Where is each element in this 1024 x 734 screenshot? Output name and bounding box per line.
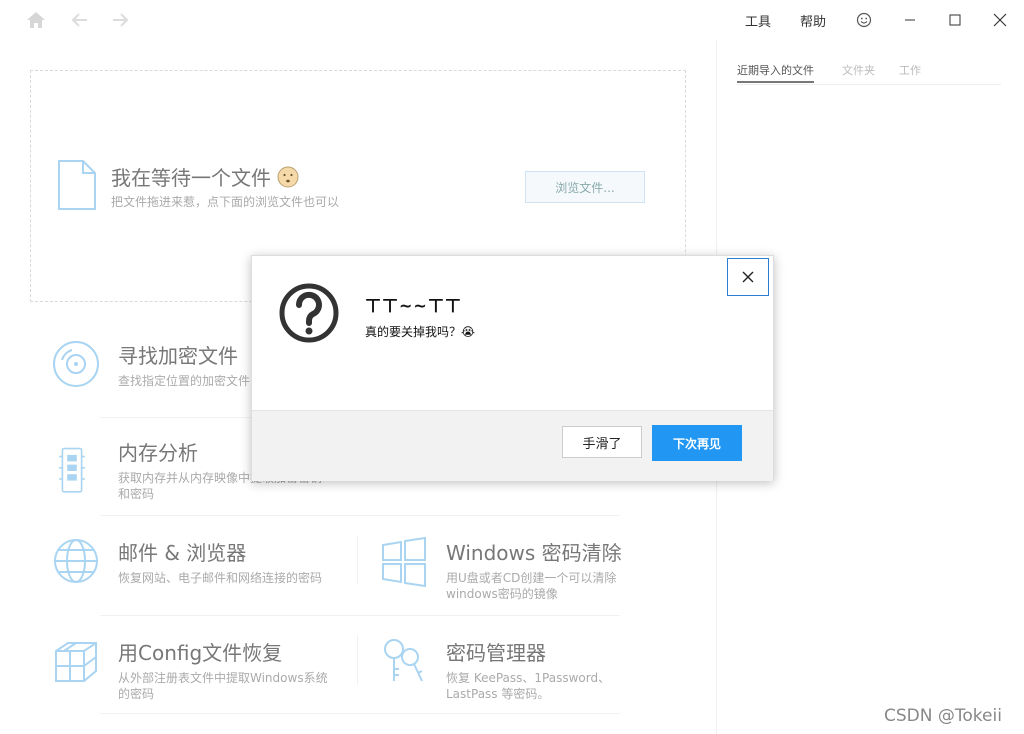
back-button[interactable] [68, 8, 92, 32]
home-button[interactable] [24, 8, 48, 32]
forward-button[interactable] [108, 8, 132, 32]
dialog-title: ㄒㄒ~~ㄒㄒ [365, 296, 462, 315]
goodbye-button[interactable]: 下次再见 [652, 425, 742, 461]
menu-help[interactable]: 帮助 [800, 11, 826, 30]
panel-tabs: 近期导入的文件 文件夹 工作 [737, 60, 1001, 85]
tool-desc: 用U盘或者CD创建一个可以清除windows密码的镜像 [446, 571, 617, 601]
tool-mail-browser[interactable]: 邮件 & 浏览器 恢复网站、电子邮件和网络连接的密码 [52, 537, 342, 627]
divider [357, 635, 358, 685]
close-icon [742, 271, 754, 283]
close-window-button[interactable] [987, 8, 1013, 32]
file-icon [58, 160, 96, 210]
hushed-face-icon [277, 166, 299, 188]
watermark: CSDN @Tokeii [884, 706, 1002, 726]
arrow-right-icon [113, 13, 129, 27]
tool-desc: 恢复 KeePass、1Password、LastPass 等密码。 [446, 671, 611, 701]
drop-subtitle: 把文件拖进来惹，点下面的浏览文件也可以 [111, 195, 340, 209]
drop-title: 我在等待一个文件 [111, 162, 299, 191]
drop-title-text: 我在等待一个文件 [111, 166, 271, 190]
cubes-icon [55, 642, 97, 682]
tool-title: 寻找加密文件 [118, 344, 238, 368]
disc-icon [53, 341, 99, 387]
divider [357, 535, 358, 585]
tool-password-manager[interactable]: 密码管理器 恢复 KeePass、1Password、LastPass 等密码。 [380, 637, 670, 727]
tab-jobs[interactable]: 工作 [899, 62, 921, 78]
tab-folders[interactable]: 文件夹 [842, 62, 875, 78]
smiley-icon [856, 12, 872, 28]
keys-icon [384, 639, 423, 682]
browse-files-button[interactable]: 浏览文件... [525, 171, 645, 203]
tool-title: Windows 密码清除 [446, 541, 622, 565]
dialog-footer: 手滑了 下次再见 [252, 410, 773, 481]
tool-desc: 从外部注册表文件中提取Windows系统的密码 [118, 671, 328, 701]
slipped-button[interactable]: 手滑了 [562, 426, 642, 458]
tool-desc: 恢复网站、电子邮件和网络连接的密码 [118, 571, 323, 585]
maximize-button[interactable] [942, 8, 968, 32]
tool-windows-password-reset[interactable]: Windows 密码清除 用U盘或者CD创建一个可以清除windows密码的镜像 [380, 537, 670, 627]
feedback-button[interactable] [851, 8, 877, 32]
tab-recent-files[interactable]: 近期导入的文件 [737, 62, 814, 83]
maximize-icon [949, 14, 961, 26]
arrow-left-icon [71, 13, 87, 27]
dialog-close-button[interactable] [727, 258, 769, 296]
title-bar: 工具 帮助 [0, 0, 1024, 40]
tool-title: 密码管理器 [446, 641, 546, 665]
menu-tools[interactable]: 工具 [745, 11, 771, 30]
dialog-message: 真的要关掉我吗？😭 [365, 325, 476, 339]
tool-title: 用Config文件恢复 [118, 641, 283, 665]
windows-logo-icon [382, 537, 426, 587]
tool-title: 内存分析 [118, 441, 198, 465]
question-icon [279, 283, 339, 343]
tool-title: 邮件 & 浏览器 [118, 541, 247, 565]
tool-config-recovery[interactable]: 用Config文件恢复 从外部注册表文件中提取Windows系统的密码 [52, 637, 342, 727]
confirm-exit-dialog: ㄒㄒ~~ㄒㄒ 真的要关掉我吗？😭 手滑了 下次再见 [251, 255, 774, 481]
minimize-icon [905, 19, 915, 21]
close-icon [993, 13, 1007, 27]
app-window: 工具 帮助 我在等待一个文件 把文件拖进来惹，点下面的浏览文件也可以 浏览文件.… [0, 0, 1024, 734]
minimize-button[interactable] [897, 8, 923, 32]
globe-icon [54, 539, 98, 583]
home-icon [27, 12, 45, 28]
memory-chip-icon [59, 447, 85, 493]
